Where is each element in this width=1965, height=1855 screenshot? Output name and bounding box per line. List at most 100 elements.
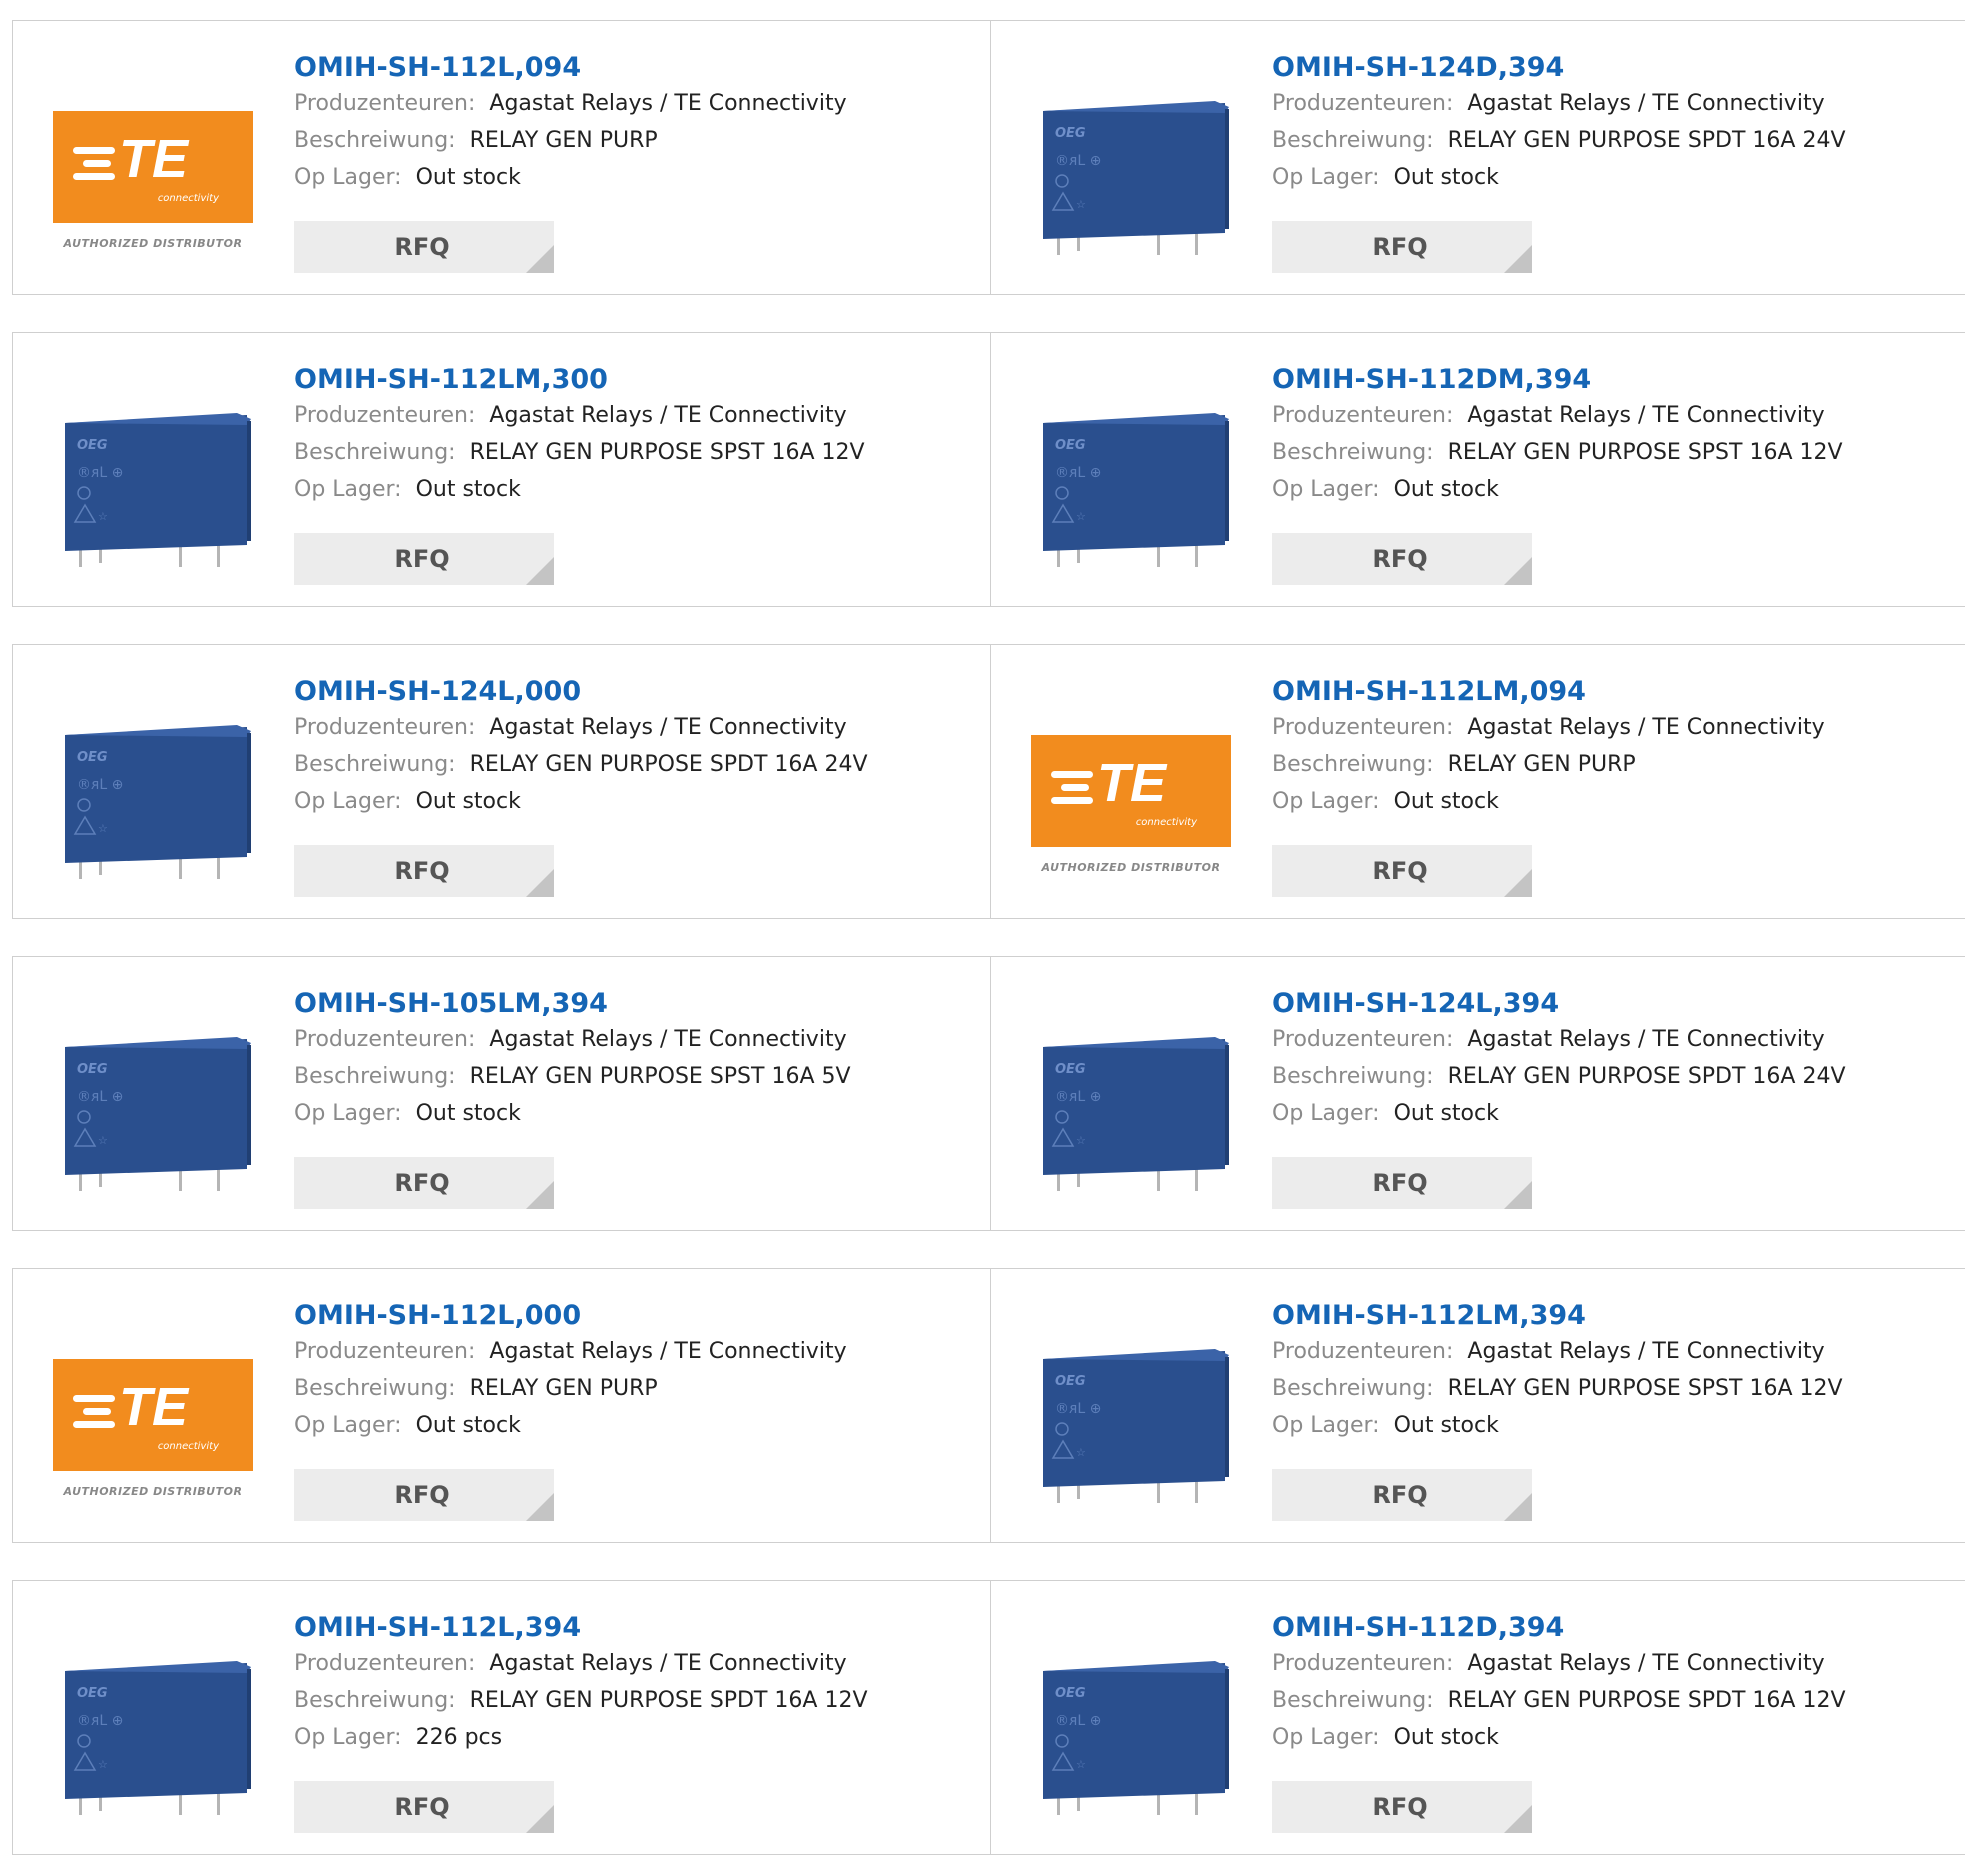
rfq-button[interactable]: RFQ: [294, 533, 554, 585]
rfq-label: RFQ: [1372, 1793, 1428, 1821]
product-info: OMIH-SH-112L,094 Produzenteuren: Agastat …: [294, 51, 934, 196]
manufacturer-row: Produzenteuren: Agastat Relays / TE Conne…: [294, 397, 934, 434]
stock-value: Out stock: [1393, 1101, 1499, 1126]
rfq-button[interactable]: RFQ: [294, 1469, 554, 1521]
te-logo-brand: TE: [119, 129, 189, 189]
relay-image[interactable]: OEG ®ᴙL ⊕ ☆: [1031, 1009, 1231, 1209]
svg-text:☆: ☆: [98, 510, 108, 523]
product-info: OMIH-SH-112DM,394 Produzenteuren: Agastat…: [1272, 363, 1912, 508]
part-number-link[interactable]: OMIH-SH-112LM,394: [1272, 1299, 1912, 1333]
product-info: OMIH-SH-124L,000 Produzenteuren: Agastat …: [294, 675, 934, 820]
te-connectivity-logo[interactable]: TE connectivity AUTHORIZED DISTRIBUTOR: [53, 1321, 253, 1521]
part-number-link[interactable]: OMIH-SH-112L,000: [294, 1299, 934, 1333]
part-number-link[interactable]: OMIH-SH-112LM,094: [1272, 675, 1912, 709]
corner-triangle-icon: [1504, 869, 1532, 897]
manufacturer-row: Produzenteuren: Agastat Relays / TE Conne…: [1272, 709, 1912, 746]
rfq-label: RFQ: [394, 857, 450, 885]
manufacturer-value: Agastat Relays / TE Connectivity: [489, 91, 847, 116]
svg-text:OEG: OEG: [1055, 1062, 1086, 1077]
stock-label: Op Lager:: [294, 1725, 402, 1750]
rfq-button[interactable]: RFQ: [1272, 221, 1532, 273]
manufacturer-label: Produzenteuren:: [294, 1027, 476, 1052]
stock-label: Op Lager:: [1272, 165, 1380, 190]
part-number-link[interactable]: OMIH-SH-124L,394: [1272, 987, 1912, 1021]
manufacturer-row: Produzenteuren: Agastat Relays / TE Conne…: [1272, 1645, 1912, 1682]
corner-triangle-icon: [1504, 557, 1532, 585]
description-row: Beschreiwung: RELAY GEN PURPOSE SPST 16A …: [1272, 1370, 1912, 1407]
part-number-link[interactable]: OMIH-SH-124L,000: [294, 675, 934, 709]
relay-image[interactable]: OEG ®ᴙL ⊕ ☆: [1031, 385, 1231, 585]
part-number-link[interactable]: OMIH-SH-112D,394: [1272, 1611, 1912, 1645]
product-info: OMIH-SH-124L,394 Produzenteuren: Agastat …: [1272, 987, 1912, 1132]
stock-value: Out stock: [1393, 477, 1499, 502]
relay-image[interactable]: OEG ®ᴙL ⊕ ☆: [53, 697, 253, 897]
description-value: RELAY GEN PURPOSE SPST 16A 12V: [1447, 1376, 1843, 1401]
rfq-label: RFQ: [394, 1793, 450, 1821]
manufacturer-value: Agastat Relays / TE Connectivity: [1467, 1651, 1825, 1676]
stock-value: Out stock: [415, 1101, 521, 1126]
part-number-link[interactable]: OMIH-SH-124D,394: [1272, 51, 1912, 85]
stock-value: Out stock: [415, 789, 521, 814]
stock-row: Op Lager: Out stock: [294, 159, 934, 196]
rfq-button[interactable]: RFQ: [294, 221, 554, 273]
description-label: Beschreiwung:: [294, 128, 456, 153]
part-number-link[interactable]: OMIH-SH-112DM,394: [1272, 363, 1912, 397]
svg-text:®ᴙL ⊕: ®ᴙL ⊕: [1055, 465, 1101, 481]
rfq-button[interactable]: RFQ: [294, 1157, 554, 1209]
product-card: TE connectivity AUTHORIZED DISTRIBUTOR OMI…: [12, 20, 1000, 295]
manufacturer-label: Produzenteuren:: [294, 1339, 476, 1364]
product-info: OMIH-SH-112D,394 Produzenteuren: Agastat …: [1272, 1611, 1912, 1756]
stock-row: Op Lager: Out stock: [294, 471, 934, 508]
part-number-link[interactable]: OMIH-SH-112L,094: [294, 51, 934, 85]
product-card: OEG ®ᴙL ⊕ ☆ OMIH-SH-112DM,394 Produzenteur…: [990, 332, 1965, 607]
corner-triangle-icon: [526, 1493, 554, 1521]
part-number-link[interactable]: OMIH-SH-112LM,300: [294, 363, 934, 397]
manufacturer-label: Produzenteuren:: [1272, 1339, 1454, 1364]
rfq-label: RFQ: [394, 1169, 450, 1197]
svg-text:OEG: OEG: [77, 1062, 108, 1077]
rfq-button[interactable]: RFQ: [1272, 1781, 1532, 1833]
te-connectivity-logo[interactable]: TE connectivity AUTHORIZED DISTRIBUTOR: [1031, 697, 1231, 897]
description-value: RELAY GEN PURPOSE SPST 16A 12V: [1447, 440, 1843, 465]
manufacturer-row: Produzenteuren: Agastat Relays / TE Conne…: [294, 1333, 934, 1370]
svg-text:☆: ☆: [98, 822, 108, 835]
part-number-link[interactable]: OMIH-SH-112L,394: [294, 1611, 934, 1645]
svg-text:☆: ☆: [1076, 1134, 1086, 1147]
description-value: RELAY GEN PURPOSE SPDT 16A 24V: [1447, 128, 1846, 153]
stock-value: Out stock: [1393, 1725, 1499, 1750]
description-value: RELAY GEN PURPOSE SPDT 16A 12V: [1447, 1688, 1846, 1713]
svg-text:OEG: OEG: [77, 750, 108, 765]
stock-label: Op Lager:: [1272, 477, 1380, 502]
description-row: Beschreiwung: RELAY GEN PURPOSE SPDT 16A …: [294, 1682, 934, 1719]
relay-image[interactable]: OEG ®ᴙL ⊕ ☆: [1031, 1633, 1231, 1833]
relay-image[interactable]: OEG ®ᴙL ⊕ ☆: [1031, 73, 1231, 273]
manufacturer-row: Produzenteuren: Agastat Relays / TE Conne…: [1272, 1333, 1912, 1370]
corner-triangle-icon: [1504, 1181, 1532, 1209]
part-number-link[interactable]: OMIH-SH-105LM,394: [294, 987, 934, 1021]
rfq-button[interactable]: RFQ: [1272, 1157, 1532, 1209]
rfq-button[interactable]: RFQ: [1272, 533, 1532, 585]
relay-image[interactable]: OEG ®ᴙL ⊕ ☆: [53, 1009, 253, 1209]
rfq-button[interactable]: RFQ: [1272, 845, 1532, 897]
relay-image[interactable]: OEG ®ᴙL ⊕ ☆: [53, 1633, 253, 1833]
stock-row: Op Lager: Out stock: [1272, 1719, 1912, 1756]
description-row: Beschreiwung: RELAY GEN PURPOSE SPST 16A …: [294, 434, 934, 471]
rfq-button[interactable]: RFQ: [1272, 1469, 1532, 1521]
stock-row: Op Lager: Out stock: [294, 1095, 934, 1132]
stock-value: Out stock: [1393, 165, 1499, 190]
description-label: Beschreiwung:: [1272, 752, 1434, 777]
product-card: OEG ®ᴙL ⊕ ☆ OMIH-SH-112LM,394 Produzenteur…: [990, 1268, 1965, 1543]
rfq-button[interactable]: RFQ: [294, 1781, 554, 1833]
corner-triangle-icon: [526, 869, 554, 897]
svg-text:OEG: OEG: [77, 438, 108, 453]
product-card: OEG ®ᴙL ⊕ ☆ OMIH-SH-105LM,394 Produzenteur…: [12, 956, 1000, 1231]
relay-image[interactable]: OEG ®ᴙL ⊕ ☆: [1031, 1321, 1231, 1521]
relay-image[interactable]: OEG ®ᴙL ⊕ ☆: [53, 385, 253, 585]
stock-label: Op Lager:: [294, 165, 402, 190]
te-connectivity-logo[interactable]: TE connectivity AUTHORIZED DISTRIBUTOR: [53, 73, 253, 273]
description-value: RELAY GEN PURP: [1447, 752, 1636, 777]
rfq-button[interactable]: RFQ: [294, 845, 554, 897]
te-logo-tagline: connectivity: [157, 1441, 219, 1452]
manufacturer-row: Produzenteuren: Agastat Relays / TE Conne…: [1272, 397, 1912, 434]
svg-text:OEG: OEG: [1055, 1686, 1086, 1701]
